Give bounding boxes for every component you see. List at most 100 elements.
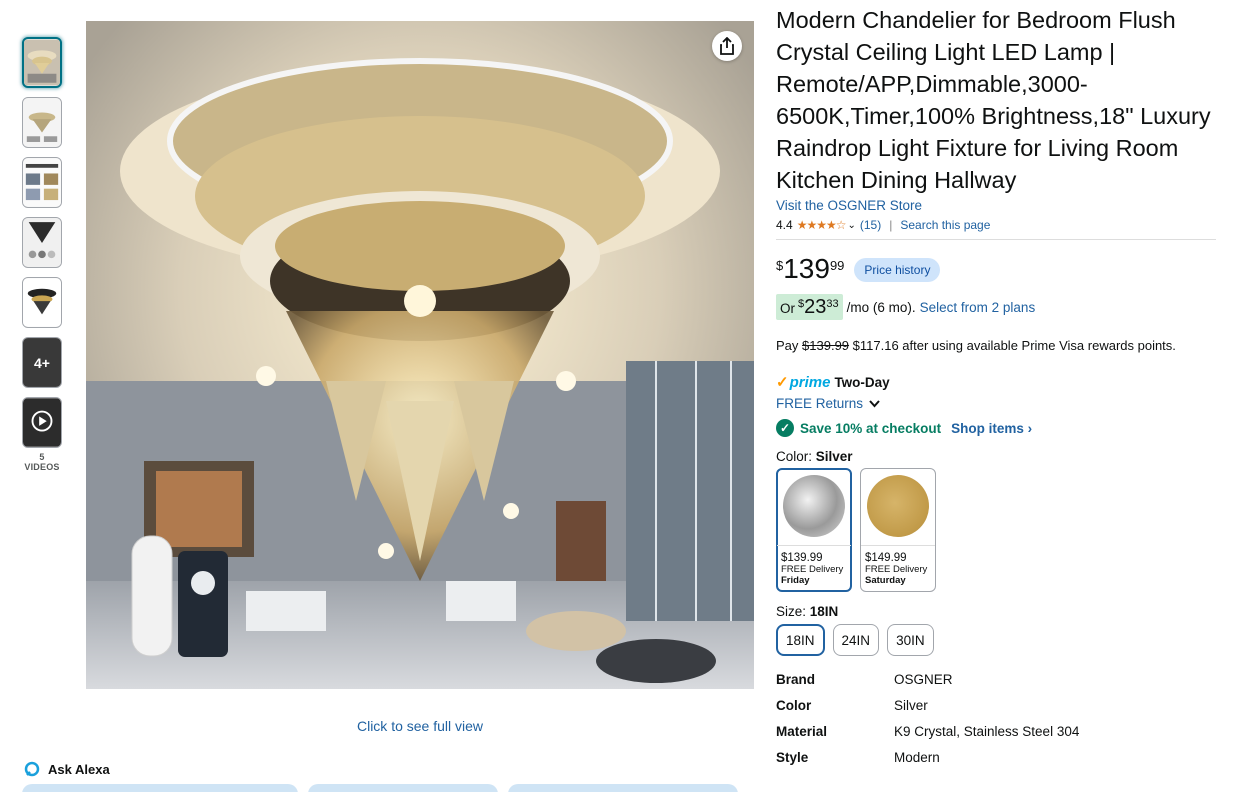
- alexa-suggestion-pill[interactable]: [508, 784, 738, 792]
- alexa-icon: [24, 761, 40, 777]
- swatch-delivery: FREE Delivery: [865, 564, 928, 575]
- thumbnail-dimensions[interactable]: [22, 97, 62, 148]
- size-option-30in[interactable]: 30IN: [887, 624, 934, 656]
- product-details: Modern Chandelier for Bedroom Flush Crys…: [776, 4, 1216, 776]
- alexa-suggestion-pill[interactable]: [22, 784, 298, 792]
- ask-alexa[interactable]: Ask Alexa: [24, 761, 110, 777]
- size-label-prefix: Size:: [776, 604, 807, 619]
- chandelier-dark-thumb-icon: [23, 278, 61, 327]
- two-day-label: Two-Day: [834, 374, 890, 390]
- size-selected-value: 18IN: [809, 604, 839, 619]
- price-fraction: 99: [829, 258, 845, 273]
- pay-label: Pay: [776, 338, 799, 353]
- thumbnail-main[interactable]: [22, 37, 62, 88]
- silver-swatch-image: [783, 475, 845, 537]
- click-full-view-link[interactable]: Click to see full view: [86, 718, 754, 734]
- size-option-18in[interactable]: 18IN: [776, 624, 825, 656]
- alexa-suggestions: [22, 784, 738, 792]
- thumbnail-video[interactable]: [22, 397, 62, 448]
- color-label: Color: Silver: [776, 449, 1216, 464]
- prime-check-icon: ✓: [776, 374, 789, 391]
- color-swatch-silver[interactable]: $139.99 FREE Delivery Friday: [776, 468, 852, 592]
- price-row: $ 139 99 Price history: [776, 254, 1216, 284]
- search-this-page-link[interactable]: Search this page: [900, 218, 990, 232]
- videos-count-label: 5 VIDEOS: [24, 452, 60, 472]
- spec-value: OSGNER: [894, 672, 953, 687]
- select-plans-link[interactable]: Select from 2 plans: [920, 300, 1036, 315]
- swatch-delivery-day: Saturday: [865, 575, 906, 586]
- spec-value: K9 Crystal, Stainless Steel 304: [894, 724, 1080, 739]
- old-price: $139.99: [802, 338, 850, 353]
- size-option-24in[interactable]: 24IN: [832, 624, 880, 656]
- price-symbol: $: [776, 258, 784, 273]
- swatch-divider: [861, 545, 935, 546]
- monthly-payment-row: Or $ 23 33 /mo (6 mo). Select from 2 pla…: [776, 294, 1216, 320]
- thumbnail-more[interactable]: 4+: [22, 337, 62, 388]
- free-returns-label: FREE Returns: [776, 396, 864, 411]
- swatch-price: $139.99: [781, 552, 823, 564]
- spec-row: Style Modern: [776, 750, 1216, 776]
- chandelier-image: [86, 21, 754, 689]
- monthly-price-box: Or $ 23 33: [776, 294, 843, 320]
- color-swatches: $139.99 FREE Delivery Friday $149.99 FRE…: [776, 468, 1216, 592]
- features-thumb-icon: [23, 158, 61, 207]
- savings-row: ✓ Save 10% at checkout Shop items ›: [776, 419, 1216, 437]
- spec-row: Material K9 Crystal, Stainless Steel 304: [776, 724, 1216, 750]
- spec-value: Silver: [894, 698, 928, 713]
- crystal-thumb-icon: [23, 218, 61, 267]
- swatch-price: $149.99: [865, 552, 907, 564]
- spec-row: Brand OSGNER: [776, 672, 1216, 698]
- prime-logo: prime: [789, 373, 831, 391]
- share-icon: [720, 37, 734, 55]
- spec-key: Material: [776, 724, 828, 739]
- price-history-button[interactable]: Price history: [854, 258, 941, 282]
- swatch-divider: [777, 545, 851, 546]
- price-whole: 139: [783, 253, 830, 284]
- offer-text: $117.16 after using available Prime Visa…: [852, 338, 1176, 353]
- separator: |: [889, 218, 893, 232]
- monthly-per: /mo (6 mo).: [846, 299, 916, 315]
- product-title: Modern Chandelier for Bedroom Flush Crys…: [776, 7, 1211, 193]
- play-video-icon: [23, 398, 61, 447]
- main-product-image[interactable]: [86, 21, 754, 689]
- more-count: 4+: [23, 338, 61, 387]
- monthly-fraction: 33: [826, 298, 839, 310]
- prime-visa-offer: Pay $139.99 $117.16 after using availabl…: [776, 338, 1216, 353]
- gold-swatch-image: [867, 475, 929, 537]
- swatch-delivery: FREE Delivery: [781, 564, 844, 575]
- product-specs: Brand OSGNER Color Silver Material K9 Cr…: [776, 672, 1216, 776]
- monthly-or: Or: [780, 301, 795, 316]
- star-rating-icon[interactable]: ★★★★☆: [797, 218, 847, 232]
- savings-text: Save 10% at checkout: [800, 420, 942, 436]
- spec-key: Brand: [776, 672, 816, 687]
- ask-alexa-label: Ask Alexa: [48, 761, 110, 777]
- spec-key: Style: [776, 750, 809, 765]
- color-label-prefix: Color:: [776, 449, 813, 464]
- thumbnail-strip: 4+ 5 VIDEOS: [22, 37, 62, 472]
- chevron-down-icon[interactable]: ⌄: [847, 220, 855, 231]
- swatch-delivery-day: Friday: [781, 575, 810, 586]
- review-count-link[interactable]: (15): [860, 218, 881, 232]
- alexa-suggestion-pill[interactable]: [308, 784, 498, 792]
- check-circle-icon: ✓: [776, 419, 794, 437]
- store-link[interactable]: Visit the OSGNER Store: [776, 198, 1216, 213]
- rating-value: 4.4: [776, 218, 793, 232]
- thumbnail-crystal-detail[interactable]: [22, 217, 62, 268]
- chandelier-thumb-icon: [24, 39, 60, 86]
- color-swatch-gold[interactable]: $149.99 FREE Delivery Saturday: [860, 468, 936, 592]
- spec-key: Color: [776, 698, 812, 713]
- color-selected-value: Silver: [815, 449, 853, 464]
- monthly-whole: 23: [804, 296, 827, 318]
- spec-row: Color Silver: [776, 698, 1216, 724]
- shop-items-link[interactable]: Shop items ›: [951, 421, 1032, 436]
- share-button[interactable]: [712, 31, 742, 61]
- thumbnail-dark[interactable]: [22, 277, 62, 328]
- rating-row: 4.4 ★★★★☆ ⌄ (15) | Search this page: [776, 218, 1216, 240]
- thumbnail-features[interactable]: [22, 157, 62, 208]
- prime-delivery-row: ✓ prime Two-Day: [776, 373, 1216, 392]
- size-label: Size: 18IN: [776, 604, 1216, 619]
- free-returns-link[interactable]: FREE Returns: [776, 396, 1216, 411]
- spec-value: Modern: [894, 750, 940, 765]
- size-options: 18IN 24IN 30IN: [776, 624, 1216, 656]
- dimensions-thumb-icon: [23, 98, 61, 147]
